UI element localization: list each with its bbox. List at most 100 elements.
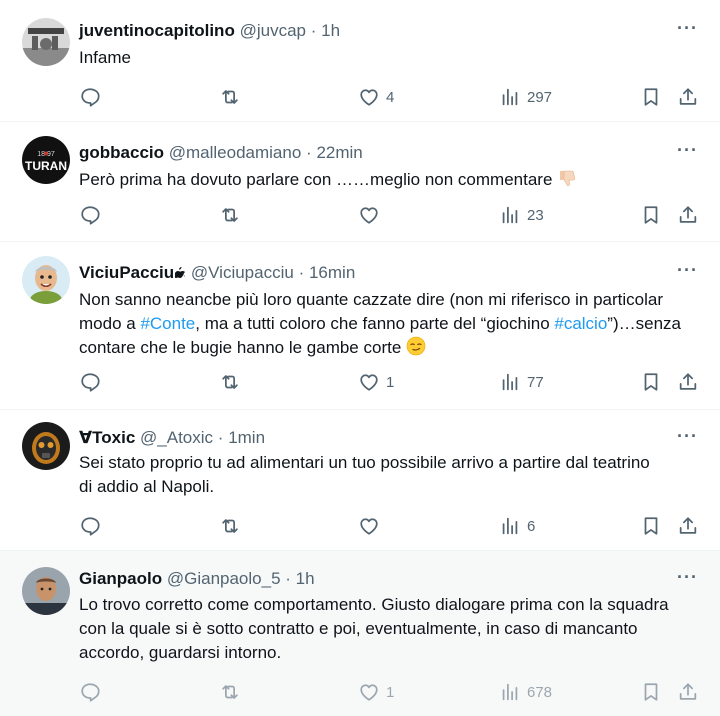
like-icon [358,204,380,226]
tweet-header: juventinocapitolino @juvcap · 1h [79,20,660,42]
views-button[interactable]: 678 [499,679,552,705]
tweet[interactable]: 18 97 TURAN gobbaccio @malleodamiano · 2… [0,122,720,242]
separator-dot: · [285,569,291,588]
tweet-header: Gianpaolo @Gianpaolo_5 · 1h [79,568,660,590]
views-button[interactable]: 6 [499,513,535,539]
view-count: 297 [527,88,553,106]
reply-icon [79,86,101,108]
more-icon[interactable]: ··· [677,260,698,280]
tweet[interactable]: ViciuPacciu @Viciupacciu · 16min ··· Non… [0,242,720,410]
like-button[interactable] [358,513,386,539]
reply-button[interactable] [79,513,101,539]
action-bar: 1 77 [0,369,720,395]
timestamp[interactable]: 1min [228,428,265,447]
tweet[interactable]: juventinocapitolino @juvcap · 1h ··· Inf… [0,0,720,122]
retweet-icon [219,204,241,226]
avatar-word: TURAN [25,159,67,173]
separator-dot: · [217,428,224,447]
user-handle[interactable]: @Viciupacciu [191,263,294,282]
avatar[interactable] [22,18,70,66]
tweet-text-part: , ma a tutti coloro che fanno parte del … [195,314,555,333]
reply-feed: juventinocapitolino @juvcap · 1h ··· Inf… [0,0,720,716]
share-button[interactable] [677,369,699,395]
avatar[interactable] [22,422,70,470]
tweet[interactable]: ∀Toxic @_Atoxic · 1min ··· Sei stato pro… [0,410,720,551]
user-handle[interactable]: @Gianpaolo_5 [167,569,281,588]
avatar[interactable] [22,567,70,615]
bookmark-button[interactable] [640,513,662,539]
retweet-button[interactable] [219,369,241,395]
bookmark-icon [640,515,662,537]
share-button[interactable] [677,84,699,110]
bookmark-icon [640,681,662,703]
reply-icon [79,515,101,537]
retweet-button[interactable] [219,84,241,110]
like-button[interactable] [358,202,386,228]
reply-button[interactable] [79,202,101,228]
retweet-icon [219,681,241,703]
retweet-icon [219,515,241,537]
more-icon[interactable]: ··· [677,140,698,160]
reply-button[interactable] [79,369,101,395]
tweet-header: ∀Toxic @_Atoxic · 1min [79,427,660,449]
reply-icon [79,204,101,226]
reply-button[interactable] [79,84,101,110]
action-bar: 4 297 [0,84,720,110]
like-count: 1 [386,683,395,701]
avatar[interactable]: 18 97 TURAN [22,136,70,184]
timestamp[interactable]: 1h [321,21,340,40]
share-button[interactable] [677,513,699,539]
like-button[interactable]: 4 [358,84,394,110]
like-button[interactable]: 1 [358,679,394,705]
retweet-button[interactable] [219,679,241,705]
share-icon [677,371,699,393]
hashtag-link[interactable]: #Conte [140,314,195,333]
bookmark-button[interactable] [640,679,662,705]
share-icon [677,204,699,226]
display-name[interactable]: ∀Toxic [79,428,135,447]
bookmark-icon [640,204,662,226]
like-count: 1 [386,373,395,391]
reply-icon [79,681,101,703]
display-name[interactable]: juventinocapitolino [79,21,235,40]
bookmark-button[interactable] [640,202,662,228]
display-name[interactable]: gobbaccio [79,143,164,162]
tweet-header: gobbaccio @malleodamiano · 22min [79,142,660,164]
action-bar: 1 678 [0,679,720,705]
share-button[interactable] [677,202,699,228]
retweet-button[interactable] [219,202,241,228]
tweet[interactable]: Gianpaolo @Gianpaolo_5 · 1h ··· Lo trovo… [0,551,720,716]
display-name[interactable]: Gianpaolo [79,569,162,588]
hashtag-link[interactable]: #calcio [554,314,607,333]
like-button[interactable]: 1 [358,369,394,395]
views-icon [499,515,521,537]
retweet-icon [219,371,241,393]
bookmark-button[interactable] [640,369,662,395]
timestamp[interactable]: 22min [316,143,362,162]
more-icon[interactable]: ··· [677,567,698,587]
user-handle[interactable]: @_Atoxic [140,428,213,447]
more-icon[interactable]: ··· [677,426,698,446]
user-handle[interactable]: @juvcap [240,21,306,40]
views-button[interactable]: 77 [499,369,544,395]
bookmark-button[interactable] [640,84,662,110]
like-icon [358,681,380,703]
share-icon [677,681,699,703]
views-button[interactable]: 23 [499,202,544,228]
user-handle[interactable]: @malleodamiano [169,143,302,162]
display-name[interactable]: ViciuPacciu [79,263,174,282]
retweet-icon [219,86,241,108]
timestamp[interactable]: 1h [296,569,315,588]
views-icon [499,371,521,393]
separator-dot: · [306,143,312,162]
separator-dot: · [310,21,317,40]
retweet-button[interactable] [219,513,241,539]
share-button[interactable] [677,679,699,705]
bookmark-icon [640,86,662,108]
avatar[interactable] [22,256,70,304]
more-icon[interactable]: ··· [677,18,698,38]
timestamp[interactable]: 16min [309,263,355,282]
bookmark-icon [640,371,662,393]
reply-button[interactable] [79,679,101,705]
views-button[interactable]: 297 [499,84,552,110]
